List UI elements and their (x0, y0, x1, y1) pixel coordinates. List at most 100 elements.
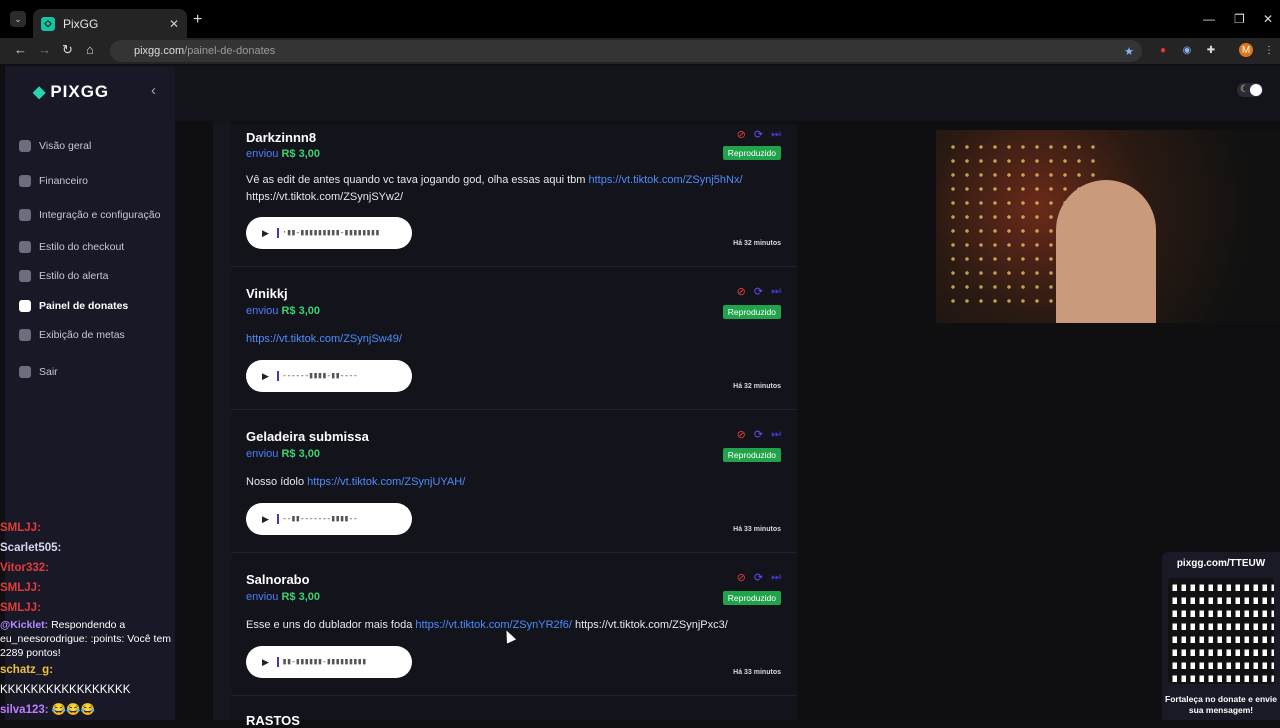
qr-overlay: pixgg.com/TTEUW Fortaleça no donate e en… (1162, 552, 1280, 720)
browser-tab[interactable]: ◇ PixGG ✕ (33, 9, 187, 38)
message-link[interactable]: https://vt.tiktok.com/ZSynYR2f6/ (415, 619, 572, 631)
replay-icon[interactable]: ⟳ (754, 128, 763, 141)
logo-icon: ◆ (33, 84, 47, 101)
donation-card: Salnorabo enviou R$ 3,00 ⊘ ⟳ ⏭ Reproduzido… (231, 553, 797, 696)
forward-icon[interactable]: → (38, 42, 51, 57)
url-path: /painel-de-donates (184, 45, 276, 57)
audio-player[interactable]: ▶ ------▮▮▮▮-▮▮---- (246, 360, 412, 392)
donation-time: Há 32 minutos (733, 240, 781, 247)
donation-time: Há 32 minutos (733, 383, 781, 390)
tab-search-icon[interactable]: ⌄ (10, 11, 26, 27)
audio-player[interactable]: ▶ ·▮▮-▮▮▮▮▮▮▮▮▮-▮▮▮▮▮▮▮▮ (246, 217, 412, 249)
status-badge: Reproduzido (722, 591, 781, 605)
donor-name: Geladeira submissa (246, 429, 369, 444)
donor-name: RASTOS (246, 713, 300, 728)
chat-line: Scarlet505: (0, 542, 62, 554)
donor-name: Vinikkj (246, 286, 288, 301)
waveform[interactable]: ▮▮-▮▮▮▮▮▮-▮▮▮▮▮▮▮▮▮ (276, 657, 367, 667)
audio-player[interactable]: ▶ ▮▮-▮▮▮▮▮▮-▮▮▮▮▮▮▮▮▮ (246, 646, 412, 678)
reload-icon[interactable]: ↻ (62, 42, 73, 58)
play-icon[interactable]: ▶ (262, 514, 269, 525)
donor-name: Darkzinnn8 (246, 130, 317, 145)
app-topbar: ☾ (175, 66, 1280, 121)
pixgg-favicon-icon: ◇ (41, 16, 55, 31)
bookmark-star-icon[interactable]: ★ (1124, 45, 1134, 58)
close-tab-icon[interactable]: ✕ (169, 17, 179, 31)
sidebar-item-visao-geral[interactable]: Visão geral (19, 140, 91, 152)
donation-amount: enviou R$ 3,00 (246, 591, 321, 603)
waveform[interactable]: ·▮▮-▮▮▮▮▮▮▮▮▮-▮▮▮▮▮▮▮▮ (276, 228, 380, 238)
audio-extension-icon[interactable]: ◉ (1180, 43, 1194, 57)
browser-toolbar: ← → ↻ ⌂ pixgg.com/painel-de-donates ★ ● … (0, 38, 1280, 64)
back-icon[interactable]: ← (14, 42, 27, 57)
waveform[interactable]: --▮▮-------▮▮▮▮-- (276, 514, 358, 524)
sidebar-item-estilo-alerta[interactable]: Estilo do alerta (19, 270, 108, 282)
logout-icon (19, 366, 31, 378)
donation-actions: ⊘ ⟳ ⏭ (737, 285, 781, 298)
block-icon[interactable]: ⊘ (737, 285, 746, 298)
sidebar-item-estilo-checkout[interactable]: Estilo do checkout (19, 241, 124, 253)
chat-line (0, 508, 175, 518)
wallet-icon (19, 175, 31, 187)
palette-icon (19, 241, 31, 253)
donation-amount: enviou R$ 3,00 (246, 448, 321, 460)
message-link[interactable]: https://vt.tiktok.com/ZSynjUYAH/ (307, 476, 465, 488)
extension-icon[interactable]: ● (1156, 43, 1170, 57)
tab-title: PixGG (63, 16, 99, 31)
play-icon[interactable]: ▶ (262, 371, 269, 382)
skip-icon[interactable]: ⏭ (771, 571, 781, 584)
message-link[interactable]: https://vt.tiktok.com/ZSynj5hNx/ (588, 174, 742, 186)
waveform[interactable]: ------▮▮▮▮-▮▮---- (276, 371, 358, 381)
close-window-icon[interactable]: ✕ (1263, 12, 1273, 26)
extensions-puzzle-icon[interactable]: ✚ (1204, 43, 1218, 57)
skip-icon[interactable]: ⏭ (771, 285, 781, 298)
chat-line: SMLJJ: (0, 582, 41, 594)
donation-message: Esse e uns do dublador mais foda https:/… (246, 619, 728, 631)
settings-icon (19, 209, 31, 221)
streamer-image (1056, 180, 1156, 323)
replay-icon[interactable]: ⟳ (754, 285, 763, 298)
more-menu-icon[interactable]: ⋮ (1262, 43, 1276, 57)
chat-line: silva123: 😂😂😂 (0, 704, 95, 716)
sidebar-item-exibicao-metas[interactable]: Exibição de metas (19, 329, 125, 341)
status-badge: Reproduzido (722, 448, 781, 462)
audio-player[interactable]: ▶ --▮▮-------▮▮▮▮-- (246, 503, 412, 535)
skip-icon[interactable]: ⏭ (771, 428, 781, 441)
message-link[interactable]: https://vt.tiktok.com/ZSynjSw49/ (246, 333, 402, 345)
qr-code-image (1168, 578, 1274, 684)
block-icon[interactable]: ⊘ (737, 571, 746, 584)
sidebar-item-painel-donates[interactable]: Painel de donates (19, 300, 128, 312)
block-icon[interactable]: ⊘ (737, 428, 746, 441)
star-icon (19, 329, 31, 341)
chat-line: schatz_g: KKKKKKKKKKKKKKKKK (0, 664, 131, 696)
chat-line: @Kicklet: Respondendo a eu_neesorodrigue… (0, 619, 172, 659)
home-icon (19, 140, 31, 152)
donation-time: Há 33 minutos (733, 669, 781, 676)
skip-icon[interactable]: ⏭ (771, 128, 781, 141)
restore-icon[interactable]: ❐ (1234, 12, 1245, 26)
donation-card: Darkzinnn8 enviou R$ 3,00 ⊘ ⟳ ⏭ Reproduzid… (231, 124, 797, 267)
donation-actions: ⊘ ⟳ ⏭ (737, 428, 781, 441)
theme-toggle[interactable]: ☾ (1237, 83, 1263, 97)
play-icon[interactable]: ▶ (262, 657, 269, 668)
minimize-icon[interactable]: — (1203, 12, 1215, 26)
moon-icon: ☾ (1240, 84, 1249, 95)
home-icon[interactable]: ⌂ (86, 42, 94, 57)
pixgg-logo[interactable]: ◆ PIXGG (33, 82, 109, 102)
sidebar-item-financeiro[interactable]: Financeiro (19, 175, 88, 187)
profile-avatar[interactable]: M (1239, 43, 1253, 57)
sidebar-item-sair[interactable]: Sair (19, 366, 58, 378)
donation-card: Geladeira submissa enviou R$ 3,00 ⊘ ⟳ ⏭ Re… (231, 410, 797, 553)
donate-icon (19, 300, 31, 312)
donation-card: Vinikkj enviou R$ 3,00 ⊘ ⟳ ⏭ Reproduzido h… (231, 267, 797, 410)
list-gutter (213, 121, 231, 720)
replay-icon[interactable]: ⟳ (754, 571, 763, 584)
collapse-sidebar-icon[interactable]: ‹ (151, 82, 156, 99)
address-bar[interactable]: pixgg.com/painel-de-donates ★ (110, 40, 1142, 62)
play-icon[interactable]: ▶ (262, 228, 269, 239)
chat-overlay: SMLJJ: Scarlet505: Vitor332: SMLJJ: SMLJ… (0, 508, 175, 720)
block-icon[interactable]: ⊘ (737, 128, 746, 141)
new-tab-icon[interactable]: + (193, 11, 202, 29)
sidebar-item-integracao[interactable]: Integração e configuração (19, 209, 160, 221)
replay-icon[interactable]: ⟳ (754, 428, 763, 441)
